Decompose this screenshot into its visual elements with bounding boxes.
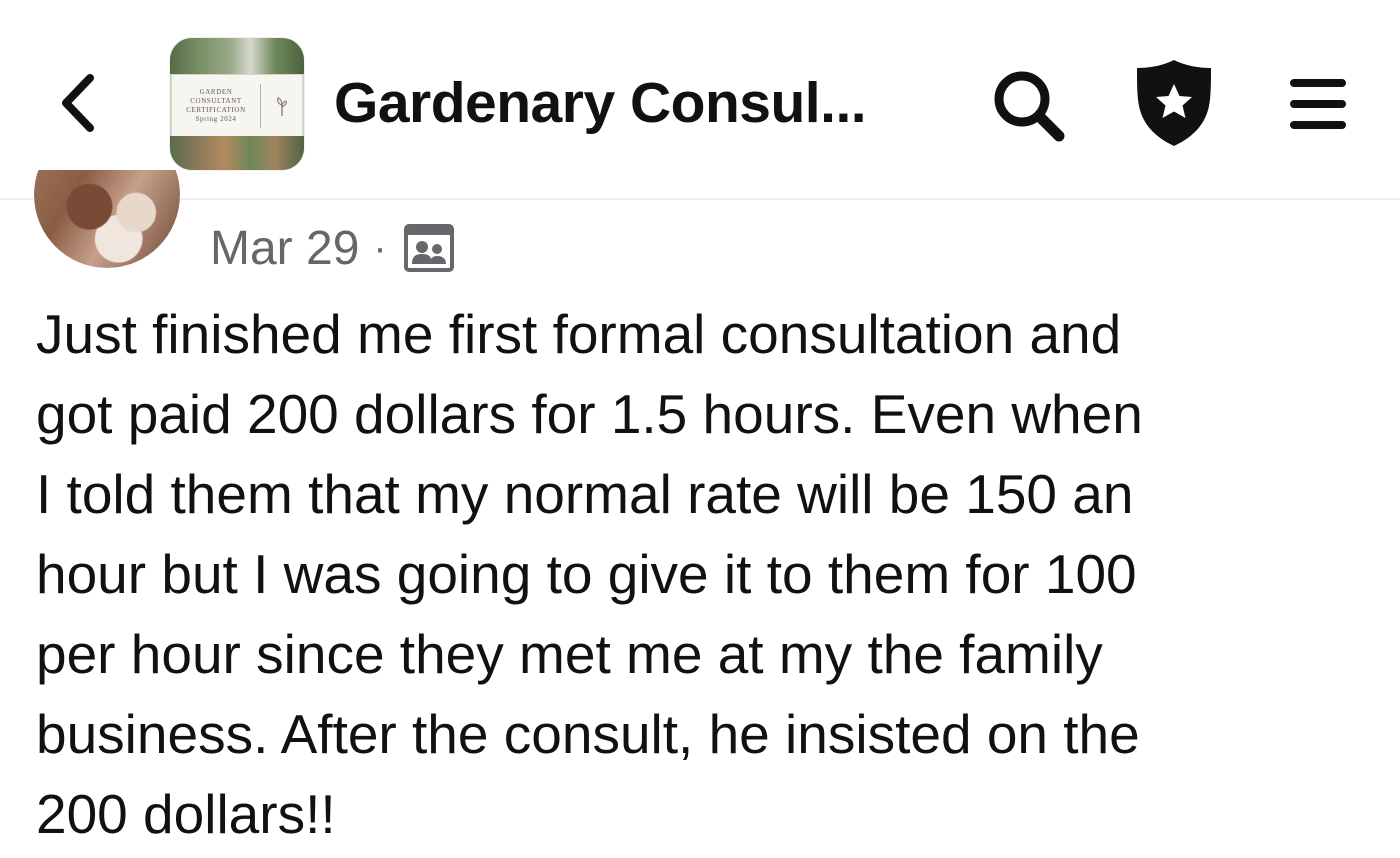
post-body-line: Just finished me first formal consultati… bbox=[36, 303, 1122, 365]
thumbnail-logo bbox=[261, 95, 302, 117]
meta-separator: · bbox=[373, 225, 387, 270]
menu-button[interactable] bbox=[1278, 66, 1358, 142]
group-thumbnail[interactable]: GARDEN CONSULTANT CERTIFICATION Spring 2… bbox=[170, 38, 304, 170]
group-title[interactable]: Gardenary Consul... bbox=[334, 70, 867, 136]
shield-star-icon bbox=[1137, 60, 1211, 146]
post-body-line: per hour since they met me at my the fam… bbox=[36, 623, 1103, 685]
sprout-icon bbox=[276, 97, 287, 116]
post-body-line: got paid 200 dollars for 1.5 hours. Even… bbox=[36, 383, 1143, 445]
post-date[interactable]: Mar 29 bbox=[210, 221, 359, 276]
screen: GARDEN CONSULTANT CERTIFICATION Spring 2… bbox=[0, 0, 1400, 858]
thumbnail-certificate-card: GARDEN CONSULTANT CERTIFICATION Spring 2… bbox=[172, 74, 302, 138]
thumbnail-card-text: GARDEN CONSULTANT CERTIFICATION Spring 2… bbox=[186, 88, 246, 123]
menu-icon bbox=[1290, 79, 1346, 129]
post-body: Just finished me first formal consultati… bbox=[36, 294, 1376, 854]
post-body-line: business. After the consult, he insisted… bbox=[36, 703, 1140, 765]
thumbnail-foliage-bottom bbox=[170, 136, 304, 170]
members-group-icon bbox=[403, 222, 455, 274]
post-body-line: hour but I was going to give it to them … bbox=[36, 543, 1137, 605]
search-icon bbox=[994, 71, 1065, 142]
back-button[interactable] bbox=[48, 66, 108, 140]
avatar-photo bbox=[34, 170, 180, 268]
post-meta: Mar 29 · bbox=[210, 216, 455, 280]
chevron-left-icon bbox=[62, 74, 94, 132]
admin-tools-button[interactable] bbox=[1126, 54, 1222, 150]
post-body-line: 200 dollars!! bbox=[36, 783, 336, 845]
group-header-bar: GARDEN CONSULTANT CERTIFICATION Spring 2… bbox=[0, 0, 1400, 200]
search-button[interactable] bbox=[986, 66, 1076, 146]
post-body-line: I told them that my normal rate will be … bbox=[36, 463, 1134, 525]
thumbnail-foliage-top bbox=[170, 38, 304, 74]
author-avatar[interactable] bbox=[34, 170, 180, 268]
